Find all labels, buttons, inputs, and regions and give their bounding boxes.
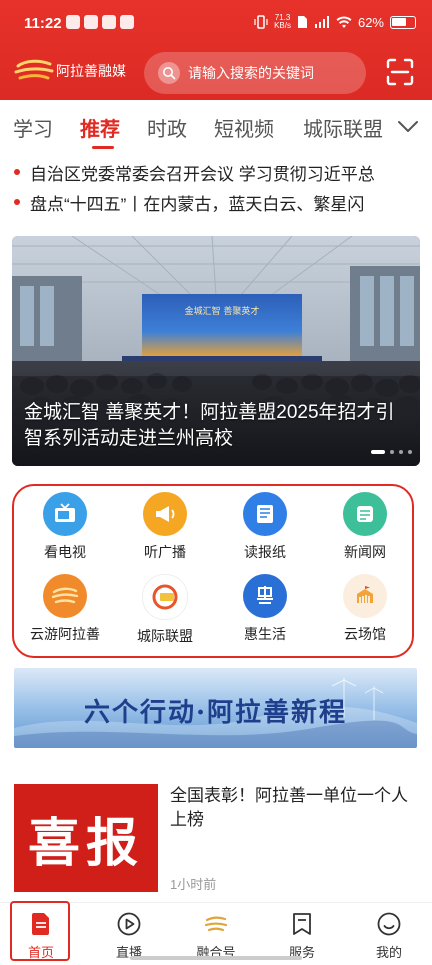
service-label: 云游阿拉善	[30, 626, 100, 642]
chevron-down-icon[interactable]	[396, 116, 420, 136]
tab-study[interactable]: 学习	[13, 113, 53, 142]
logo-mark-icon	[14, 59, 54, 80]
channel-tabs: 学习 推荐 时政 短视频 城际联盟	[0, 100, 432, 152]
tab-recommend[interactable]: 推荐	[80, 113, 120, 142]
nav-live[interactable]: 直播	[94, 907, 164, 961]
app-logo: 阿拉善融媒	[14, 58, 126, 84]
service-label: 看电视	[44, 544, 86, 560]
service-label: 城际联盟	[137, 628, 193, 644]
news-web-icon	[343, 492, 387, 536]
news-item[interactable]: 喜报 全国表彰！阿拉善一单位一个人上榜 1小时前	[14, 784, 420, 894]
service-city-alliance[interactable]: 城际联盟	[120, 574, 210, 646]
slogan-text: 六个行动·阿拉善新程	[83, 698, 348, 728]
tab-city-alliance[interactable]: 城际联盟	[303, 113, 383, 142]
service-radio[interactable]: 听广播	[120, 492, 210, 562]
service-newspaper[interactable]: 读报纸	[220, 492, 310, 562]
service-label: 新闻网	[344, 544, 386, 560]
service-label: 惠生活	[244, 626, 286, 642]
notification-icons	[66, 15, 134, 29]
hui-icon	[243, 574, 287, 618]
screen-slogan: 金城汇智 善聚英才	[185, 305, 260, 317]
battery-percent: 62%	[357, 14, 384, 30]
service-watch-tv[interactable]: 看电视	[20, 492, 110, 562]
battery-icon	[390, 15, 416, 29]
banner-title: 金城汇智 善聚英才！阿拉善盟2025年招才引智系列活动走进兰州高校	[24, 402, 395, 449]
smile-face-icon	[377, 912, 401, 936]
service-news-web[interactable]: 新闻网	[320, 492, 410, 562]
ticker-item[interactable]: 盘点“十四五”丨在内蒙古，蓝天白云、繁星闪	[14, 187, 432, 217]
alliance-icon	[142, 574, 188, 620]
app-name: 阿拉善融媒	[56, 64, 126, 80]
search-bar[interactable]: 请输入搜索的关键词	[144, 52, 366, 94]
bullet-icon	[14, 199, 20, 205]
newspaper-icon	[243, 492, 287, 536]
sim-icon	[297, 16, 307, 28]
nav-profile[interactable]: 我的	[354, 907, 424, 961]
notification-icon	[84, 15, 98, 29]
logo-mark-icon	[204, 916, 228, 932]
nav-label: 我的	[375, 945, 402, 960]
status-bar: 11:22 71.3 KB/s 62%	[0, 0, 432, 46]
notification-icon	[66, 15, 80, 29]
active-tab-indicator	[92, 146, 114, 149]
service-tour-alashan[interactable]: 云游阿拉善	[20, 574, 110, 644]
megaphone-icon	[143, 492, 187, 536]
app-header: 11:22 71.3 KB/s 62% 阿拉善融媒 请输入搜索的关键词	[0, 0, 432, 100]
service-bookmark-icon	[293, 913, 311, 935]
news-title: 全国表彰！阿拉善一单位一个人上榜	[170, 786, 408, 829]
signal-icon	[314, 16, 329, 28]
venue-icon	[343, 574, 387, 618]
vibrate-icon	[254, 15, 268, 29]
service-grid: 看电视 听广播 读报纸 新闻网 云游阿拉善 城际联盟 惠生活 云场馆	[12, 484, 414, 658]
slogan-banner[interactable]: 六个行动·阿拉善新程	[14, 668, 417, 748]
service-cloud-venue[interactable]: 云场馆	[320, 574, 410, 644]
news-thumbnail: 喜报	[14, 784, 158, 892]
carousel-dot	[408, 450, 412, 454]
scan-icon[interactable]	[386, 58, 414, 86]
status-right: 71.3 KB/s 62%	[254, 14, 416, 30]
notification-icon	[120, 15, 134, 29]
net-speed: 71.3 KB/s	[274, 13, 291, 30]
service-label: 听广播	[144, 544, 186, 560]
nav-services[interactable]: 服务	[267, 907, 337, 961]
tv-icon	[43, 492, 87, 536]
bullet-icon	[14, 169, 20, 175]
service-label: 读报纸	[244, 544, 286, 560]
wifi-icon	[336, 16, 352, 28]
ticker-text: 盘点“十四五”丨在内蒙古，蓝天白云、繁星闪	[30, 194, 365, 214]
status-time: 11:22	[24, 15, 62, 32]
tab-short-video[interactable]: 短视频	[214, 113, 274, 142]
tab-politics[interactable]: 时政	[147, 113, 187, 142]
featured-banner[interactable]: 金城汇智 善聚英才 金城汇智 善聚英才！阿拉善盟2025年招才引智系列活动走进兰…	[12, 236, 420, 466]
play-icon	[117, 912, 141, 936]
service-label: 云场馆	[344, 626, 386, 642]
carousel-dot	[371, 450, 385, 454]
search-placeholder: 请输入搜索的关键词	[188, 65, 314, 81]
gesture-bar	[130, 956, 302, 960]
notification-icon	[102, 15, 116, 29]
home-highlight-box	[10, 901, 70, 961]
search-icon	[158, 62, 180, 84]
ticker-item[interactable]: 自治区党委常委会召开会议 学习贯彻习近平总	[14, 157, 432, 187]
nav-media-account[interactable]: 融合号	[181, 907, 251, 961]
service-hui-life[interactable]: 惠生活	[220, 574, 310, 644]
carousel-dot	[390, 450, 394, 454]
news-time: 1小时前	[170, 877, 217, 892]
carousel-indicator	[371, 450, 412, 454]
ticker-text: 自治区党委常委会召开会议 学习贯彻习近平总	[30, 164, 375, 184]
tour-logo-icon	[43, 574, 87, 618]
carousel-dot	[399, 450, 403, 454]
